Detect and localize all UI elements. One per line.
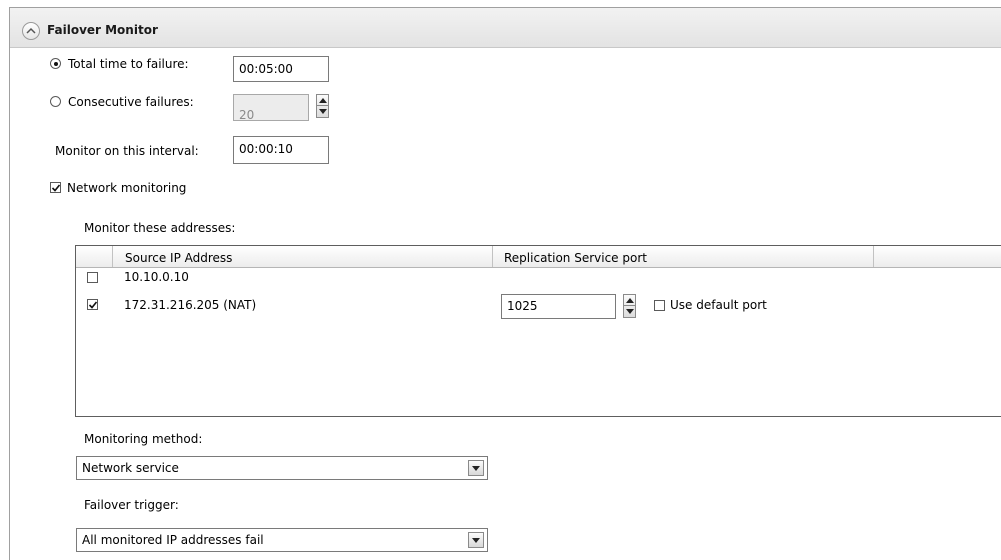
consecutive-failures-input[interactable]: 20: [233, 94, 309, 122]
column-header-source-ip[interactable]: Source IP Address: [125, 251, 232, 265]
interval-label: Monitor on this interval:: [55, 144, 199, 158]
table-row[interactable]: 172.31.216.205 (NAT) 1025 Use default po…: [76, 287, 1001, 327]
addresses-label: Monitor these addresses:: [84, 221, 236, 235]
chevron-up-icon: [26, 27, 36, 34]
network-monitoring-label: Network monitoring: [67, 181, 187, 195]
dropdown-button[interactable]: [468, 460, 484, 476]
dropdown-button[interactable]: [468, 532, 484, 548]
monitoring-method-value: Network service: [82, 461, 179, 475]
collapse-button[interactable]: [22, 22, 40, 40]
arrow-down-icon: [319, 109, 327, 114]
total-time-radio[interactable]: [50, 58, 61, 69]
failover-trigger-label: Failover trigger:: [84, 498, 179, 512]
failover-trigger-select[interactable]: All monitored IP addresses fail: [76, 528, 488, 552]
chevron-down-icon: [472, 538, 480, 543]
monitoring-method-label: Monitoring method:: [84, 432, 203, 446]
monitoring-method-select[interactable]: Network service: [76, 456, 488, 480]
use-default-port-checkbox[interactable]: [654, 300, 665, 311]
row-ip-address: 172.31.216.205 (NAT): [124, 298, 257, 312]
panel-title: Failover Monitor: [47, 23, 158, 37]
row-checkbox[interactable]: [87, 299, 98, 310]
consecutive-failures-radio[interactable]: [50, 96, 61, 107]
checkmark-icon: [88, 301, 98, 309]
total-time-input[interactable]: 00:05:00: [233, 56, 329, 82]
row-checkbox[interactable]: [87, 272, 98, 283]
table-row[interactable]: 10.10.0.10: [76, 267, 1001, 287]
panel-header[interactable]: Failover Monitor: [10, 8, 1001, 48]
interval-input[interactable]: 00:00:10: [233, 136, 329, 164]
addresses-table[interactable]: Source IP Address Replication Service po…: [75, 245, 1001, 417]
consecutive-failures-label: Consecutive failures:: [68, 95, 194, 109]
total-time-label: Total time to failure:: [68, 57, 189, 71]
failover-trigger-value: All monitored IP addresses fail: [82, 533, 264, 547]
column-header-replication-port[interactable]: Replication Service port: [504, 251, 647, 265]
consecutive-failures-stepper[interactable]: [316, 94, 329, 118]
use-default-port-label: Use default port: [670, 298, 767, 312]
arrow-down-icon: [626, 309, 634, 314]
checkmark-icon: [51, 184, 61, 192]
network-monitoring-checkbox[interactable]: [50, 182, 61, 193]
arrow-up-icon: [626, 298, 634, 303]
port-input[interactable]: 1025: [501, 294, 616, 319]
arrow-up-icon: [319, 98, 327, 103]
row-ip-address: 10.10.0.10: [124, 270, 189, 284]
chevron-down-icon: [472, 466, 480, 471]
port-stepper[interactable]: [623, 294, 636, 318]
table-header: Source IP Address Replication Service po…: [76, 246, 1001, 268]
